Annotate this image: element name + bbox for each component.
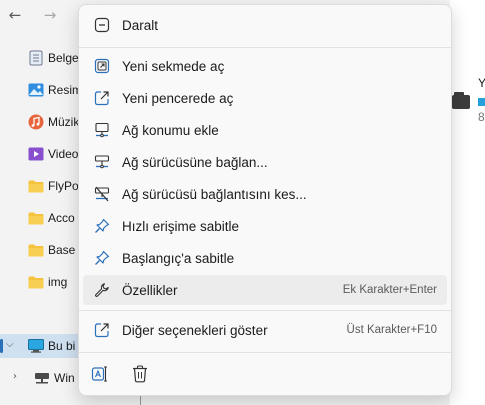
menu-separator <box>79 310 451 311</box>
menu-item-label: Yeni pencerede aç <box>122 90 234 106</box>
menu-separator <box>79 352 451 353</box>
show-more-options-icon <box>93 321 111 339</box>
menu-item-open-new-window[interactable]: Yeni pencerede aç <box>83 83 447 113</box>
menu-item-label: Özellikler <box>122 282 178 298</box>
tree-item-folder[interactable]: FlyPo <box>0 174 90 198</box>
tree-item-label: Bu bi <box>48 339 76 353</box>
tree-item-folder[interactable]: Acco <box>0 206 90 230</box>
menu-item-pin-start[interactable]: Başlangıç'a sabitle <box>83 243 447 273</box>
document-icon <box>28 50 44 66</box>
tree-item-music[interactable]: Müzik <box>0 110 90 134</box>
forward-button[interactable]: → <box>40 5 60 25</box>
add-network-location-icon <box>93 121 111 139</box>
rename-button[interactable] <box>87 361 113 387</box>
menu-item-collapse[interactable]: Daralt <box>83 10 447 40</box>
rename-icon <box>91 365 109 383</box>
folder-icon <box>28 210 44 226</box>
keyboard-shortcut: Üst Karakter+F10 <box>346 324 437 336</box>
open-new-tab-icon <box>93 57 111 75</box>
collapse-icon <box>93 16 111 34</box>
drive-icon <box>452 92 470 109</box>
menu-item-label: Hızlı erişime sabitle <box>122 218 240 234</box>
menu-separator <box>79 47 451 48</box>
delete-button[interactable] <box>127 361 153 387</box>
tree-item-label: Resim <box>48 83 83 97</box>
folder-icon <box>28 274 44 290</box>
tree-item-documents[interactable]: Belge <box>0 46 90 70</box>
tree-item-folder[interactable]: Base <box>0 238 90 262</box>
map-network-drive-icon <box>93 153 111 171</box>
tree-item-label: img <box>48 275 68 289</box>
tree-item-this-pc[interactable]: ⌵ Bu bi <box>0 334 90 358</box>
menu-item-label: Yeni sekmede aç <box>122 58 225 74</box>
tree-item-folder[interactable]: img <box>0 270 90 294</box>
menu-item-pin-quick-access[interactable]: Hızlı erişime sabitle <box>83 211 447 241</box>
tree-item-label: Acco <box>48 211 75 225</box>
folder-icon <box>28 178 44 194</box>
menu-item-map-network-drive[interactable]: Ağ sürücüsüne bağlan... <box>83 147 447 177</box>
tree-item-label: Belge <box>48 51 79 65</box>
menu-item-label: Diğer seçenekleri göster <box>122 322 268 338</box>
drive-size-fragment: 8 <box>478 110 485 124</box>
tree-item-label: Müzik <box>48 115 80 129</box>
music-icon <box>28 114 44 130</box>
content-pane <box>450 0 485 405</box>
pictures-icon <box>28 82 44 98</box>
tree-item-videos[interactable]: Video <box>0 142 90 166</box>
keyboard-shortcut: Ek Karakter+Enter <box>342 284 437 296</box>
wrench-icon <box>93 281 111 299</box>
menu-item-label: Ağ sürücüsü bağlantısını kes... <box>122 186 307 202</box>
menu-item-label: Daralt <box>122 17 159 33</box>
menu-item-open-new-tab[interactable]: Yeni sekmede aç <box>83 51 447 81</box>
drive-usage-bar <box>478 98 485 106</box>
menu-item-label: Başlangıç'a sabitle <box>122 250 235 266</box>
videos-icon <box>28 146 44 162</box>
folder-icon <box>28 242 44 258</box>
drive-title-fragment: Y <box>478 76 485 90</box>
disconnect-network-drive-icon <box>93 185 111 203</box>
tree-item-label: FlyPo <box>48 179 79 193</box>
chevron-right-icon[interactable]: › <box>13 371 17 382</box>
pin-icon <box>93 249 111 267</box>
menu-item-disconnect-network-drive[interactable]: Ağ sürücüsü bağlantısını kes... <box>83 179 447 209</box>
tree-item-label: Base <box>48 243 76 257</box>
tree-item-pictures[interactable]: Resim <box>0 78 90 102</box>
this-pc-icon <box>28 338 44 354</box>
context-menu: Daralt Yeni sekmede aç Yeni pencerede aç… <box>78 4 452 396</box>
network-drive-icon <box>34 370 50 386</box>
tree-item-label: Win <box>54 371 75 385</box>
menu-item-show-more-options[interactable]: Diğer seçenekleri göster Üst Karakter+F1… <box>83 315 447 345</box>
pin-icon <box>93 217 111 235</box>
menu-item-label: Ağ konumu ekle <box>122 122 219 138</box>
menu-item-add-network-location[interactable]: Ağ konumu ekle <box>83 115 447 145</box>
trash-icon <box>132 365 148 383</box>
tree-item-network-drive[interactable]: › Win <box>0 366 90 390</box>
menu-item-label: Ağ sürücüsüne bağlan... <box>122 154 268 170</box>
back-button[interactable]: ← <box>5 5 25 25</box>
menu-item-properties[interactable]: Özellikler Ek Karakter+Enter <box>83 275 447 305</box>
tree-item-label: Video <box>48 147 79 161</box>
chevron-down-icon[interactable]: ⌵ <box>6 339 14 350</box>
open-new-window-icon <box>93 89 111 107</box>
